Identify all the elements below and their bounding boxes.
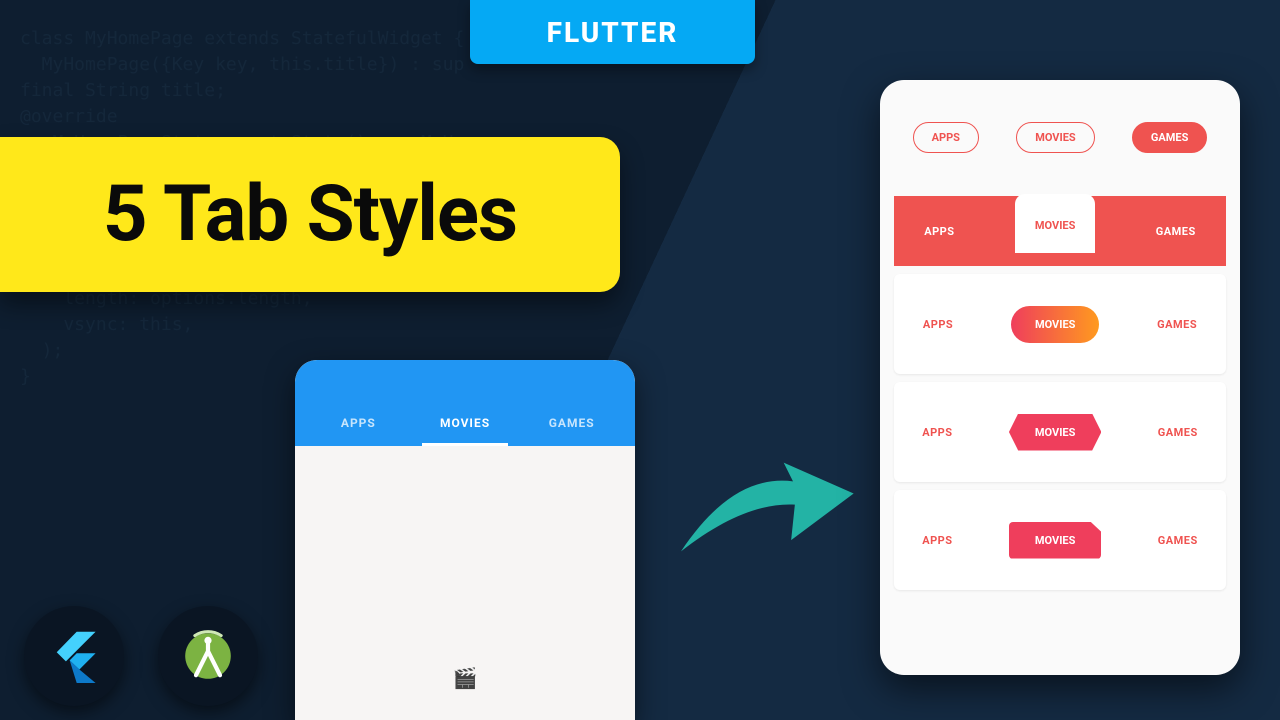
tab-games[interactable]: GAMES — [1158, 426, 1198, 439]
tab-apps[interactable]: APPS — [923, 318, 953, 331]
flutter-badge-label: FLUTTER — [547, 16, 679, 49]
tab-apps[interactable]: APPS — [305, 416, 412, 446]
tab-label: GAMES — [1156, 225, 1196, 238]
tab-movies[interactable]: MOVIES — [1015, 194, 1095, 253]
tab-movies[interactable]: MOVIES — [1009, 522, 1101, 559]
tab-movies[interactable]: MOVIES — [412, 416, 519, 446]
tab-apps[interactable]: APPS — [922, 426, 952, 439]
tab-label: GAMES — [1151, 131, 1188, 144]
style-row-hexagon-chip: APPS MOVIES GAMES — [894, 382, 1226, 482]
tab-label: MOVIES — [1035, 426, 1075, 439]
tab-movies[interactable]: MOVIES — [1009, 414, 1101, 451]
default-tabbar: APPS MOVIES GAMES — [295, 360, 635, 446]
tab-label: APPS — [922, 426, 952, 439]
tab-label: GAMES — [549, 416, 595, 430]
tab-label: GAMES — [1158, 534, 1198, 547]
tab-label: MOVIES — [1035, 534, 1075, 547]
tab-label: MOVIES — [1035, 219, 1075, 232]
tab-games[interactable]: GAMES — [518, 416, 625, 446]
tab-apps[interactable]: APPS — [922, 534, 952, 547]
tab-label: APPS — [924, 225, 954, 238]
tool-icons — [24, 606, 258, 706]
tab-label: GAMES — [1157, 318, 1197, 331]
title-card: 5 Tab Styles — [0, 137, 620, 292]
tab-apps[interactable]: APPS — [913, 122, 979, 153]
tab-games[interactable]: GAMES — [1156, 225, 1196, 238]
tab-games[interactable]: GAMES — [1132, 122, 1207, 153]
tab-label: MOVIES — [1035, 318, 1075, 331]
title-text: 5 Tab Styles — [103, 169, 517, 260]
tab-label: GAMES — [1158, 426, 1198, 439]
phone-mock-default: APPS MOVIES GAMES 🎬 — [295, 360, 635, 720]
arrow-icon — [670, 430, 860, 570]
tab-apps[interactable]: APPS — [924, 225, 954, 238]
tab-label: MOVIES — [1035, 131, 1075, 144]
tab-games[interactable]: GAMES — [1158, 534, 1198, 547]
tab-label: APPS — [932, 131, 960, 144]
style-row-rect-chip: APPS MOVIES GAMES — [894, 490, 1226, 590]
tab-label: MOVIES — [440, 416, 490, 430]
flutter-logo-icon — [24, 606, 124, 706]
style-row-raised-segment: APPS MOVIES GAMES — [894, 196, 1226, 266]
tab-label: APPS — [341, 416, 376, 430]
tab-label: APPS — [922, 534, 952, 547]
android-studio-logo-icon — [158, 606, 258, 706]
style-row-gradient-pill: APPS MOVIES GAMES — [894, 274, 1226, 374]
tab-movies[interactable]: MOVIES — [1016, 122, 1094, 153]
tab-label: APPS — [923, 318, 953, 331]
clapper-icon: 🎬 — [453, 666, 478, 690]
phone-mock-styles: APPS MOVIES GAMES APPS MOVIES GAMES APPS… — [880, 80, 1240, 675]
flutter-badge: FLUTTER — [470, 0, 755, 64]
style-row-outlined-pills: APPS MOVIES GAMES — [894, 100, 1226, 174]
phone-body: 🎬 — [295, 446, 635, 720]
tab-games[interactable]: GAMES — [1157, 318, 1197, 331]
tab-movies[interactable]: MOVIES — [1011, 306, 1099, 343]
